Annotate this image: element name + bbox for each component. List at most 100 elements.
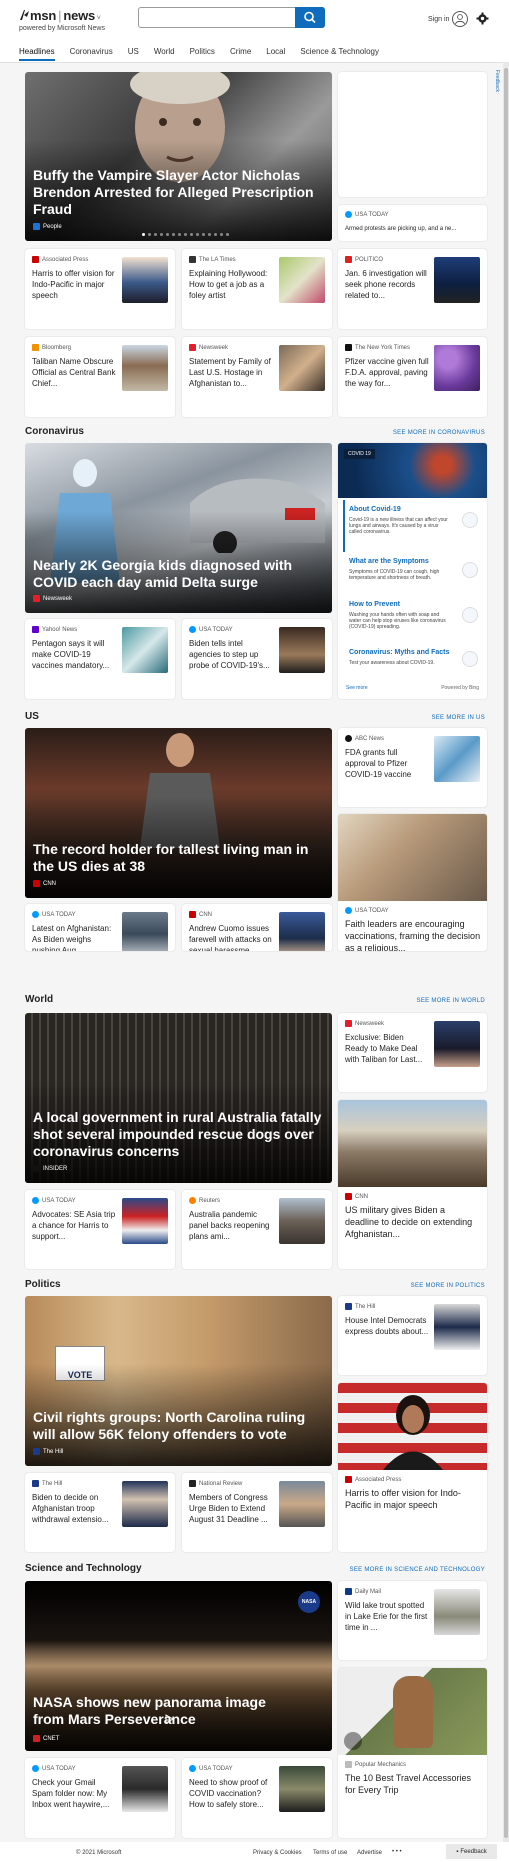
- tab-headlines[interactable]: Headlines: [19, 47, 55, 61]
- card-title[interactable]: Andrew Cuomo issues farewell with attack…: [189, 923, 273, 951]
- insider-logo-icon: [33, 1165, 40, 1172]
- hero-title[interactable]: Nearly 2K Georgia kids diagnosed with CO…: [33, 557, 322, 591]
- see-more-coronavirus[interactable]: SEE MORE IN CORONAVIRUS: [393, 430, 485, 436]
- footer-advertise-link[interactable]: Advertise: [357, 1850, 382, 1856]
- covid-item-prevent[interactable]: How to Prevent Washing your hands often …: [343, 599, 482, 643]
- card-title[interactable]: House Intel Democrats express doubts abo…: [345, 1315, 429, 1337]
- gear-icon[interactable]: [476, 12, 489, 25]
- hero-title[interactable]: A local government in rural Australia fa…: [33, 1109, 322, 1160]
- card-thumbnail: [434, 345, 480, 391]
- card-title[interactable]: Wild lake trout spotted in Lake Erie for…: [345, 1600, 429, 1633]
- card-title[interactable]: Faith leaders are encouraging vaccinatio…: [345, 918, 481, 951]
- avatar-icon[interactable]: [452, 11, 468, 27]
- footer-terms-link[interactable]: Terms of use: [313, 1850, 347, 1856]
- news-card[interactable]: CNN Andrew Cuomo issues farewell with at…: [182, 904, 332, 951]
- news-card[interactable]: POLITICO Jan. 6 investigation will seek …: [338, 249, 487, 329]
- card-title[interactable]: Latest on Afghanistan: As Biden weighs p…: [32, 923, 116, 951]
- news-card[interactable]: USA TODAY Biden tells intel agencies to …: [182, 619, 332, 699]
- card-title[interactable]: Australia pandemic panel backs reopening…: [189, 1209, 273, 1242]
- news-card[interactable]: USA TODAY Need to show proof of COVID va…: [182, 1758, 332, 1838]
- card-title[interactable]: Need to show proof of COVID vaccination?…: [189, 1777, 273, 1810]
- news-card[interactable]: Newsweek Statement by Family of Last U.S…: [182, 337, 332, 417]
- see-more-us[interactable]: SEE MORE IN US: [431, 715, 485, 721]
- tab-us[interactable]: US: [128, 47, 139, 61]
- news-card[interactable]: The Hill House Intel Democrats express d…: [338, 1296, 487, 1375]
- covid-item-myths[interactable]: Coronavirus: Myths and Facts Test your a…: [343, 647, 482, 677]
- news-card[interactable]: The Hill Biden to decide on Afghanistan …: [25, 1473, 175, 1552]
- covid-item-about[interactable]: About Covid-19 Covid-19 is a new illness…: [343, 500, 482, 552]
- card-title[interactable]: Pentagon says it will make COVID-19 vacc…: [32, 638, 116, 671]
- news-card[interactable]: USA TODAY Advocates: SE Asia trip a chan…: [25, 1190, 175, 1269]
- news-card[interactable]: USA TODAY Check your Gmail Spam folder n…: [25, 1758, 175, 1838]
- card-title[interactable]: Harris to offer vision for Indo-Pacific …: [32, 268, 116, 301]
- card-title[interactable]: Statement by Family of Last U.S. Hostage…: [189, 356, 273, 389]
- news-card-large[interactable]: Popular Mechanics The 10 Best Travel Acc…: [338, 1668, 487, 1838]
- tab-science-technology[interactable]: Science & Technology: [300, 47, 379, 61]
- news-card[interactable]: ABC News FDA grants full approval to Pfi…: [338, 728, 487, 807]
- hero-title[interactable]: Buffy the Vampire Slayer Actor Nicholas …: [33, 167, 322, 218]
- world-hero[interactable]: A local government in rural Australia fa…: [25, 1013, 332, 1183]
- card-title[interactable]: Members of Congress Urge Biden to Extend…: [189, 1492, 273, 1525]
- see-more-world[interactable]: SEE MORE IN WORLD: [417, 998, 485, 1004]
- card-title[interactable]: Biden to decide on Afghanistan troop wit…: [32, 1492, 116, 1525]
- card-title[interactable]: Advocates: SE Asia trip a chance for Har…: [32, 1209, 116, 1242]
- tab-coronavirus[interactable]: Coronavirus: [70, 47, 113, 61]
- card-title[interactable]: The 10 Best Travel Accessories for Every…: [345, 1772, 481, 1796]
- see-more-politics[interactable]: SEE MORE IN POLITICS: [411, 1283, 485, 1289]
- headline-hero[interactable]: Buffy the Vampire Slayer Actor Nicholas …: [25, 72, 332, 241]
- play-icon[interactable]: [164, 1714, 174, 1724]
- card-title[interactable]: Explaining Hollywood: How to get a job a…: [189, 268, 273, 301]
- card-title[interactable]: Check your Gmail Spam folder now: My Inb…: [32, 1777, 116, 1810]
- us-hero[interactable]: The record holder for tallest living man…: [25, 728, 332, 898]
- search-input[interactable]: [139, 8, 289, 28]
- headline-side-small[interactable]: USA TODAY Armed protests are picking up,…: [338, 205, 487, 241]
- news-card[interactable]: Yahoo! News Pentagon says it will make C…: [25, 619, 175, 699]
- coronavirus-hero[interactable]: Nearly 2K Georgia kids diagnosed with CO…: [25, 443, 332, 613]
- news-card-large[interactable]: Associated Press Harris to offer vision …: [338, 1383, 487, 1552]
- news-card[interactable]: The LA Times Explaining Hollywood: How t…: [182, 249, 332, 329]
- hero-title[interactable]: NASA shows new panorama image from Mars …: [33, 1694, 273, 1728]
- news-card[interactable]: The New York Times Pfizer vaccine given …: [338, 337, 487, 417]
- hero-title[interactable]: The record holder for tallest living man…: [33, 841, 322, 875]
- card-title[interactable]: Exclusive: Biden Ready to Make Deal with…: [345, 1032, 429, 1065]
- card-title[interactable]: Biden tells intel agencies to step up pr…: [189, 638, 273, 671]
- news-card[interactable]: Bloomberg Taliban Name Obscure Official …: [25, 337, 175, 417]
- news-card-large[interactable]: CNN US military gives Biden a deadline t…: [338, 1100, 487, 1269]
- card-title[interactable]: Jan. 6 investigation will seek phone rec…: [345, 268, 429, 301]
- carousel-dots[interactable]: [142, 233, 229, 236]
- page-scrollbar[interactable]: [503, 62, 509, 1842]
- card-title[interactable]: Harris to offer vision for Indo-Pacific …: [345, 1487, 481, 1511]
- tab-crime[interactable]: Crime: [230, 47, 251, 61]
- covid-item-symptoms[interactable]: What are the Symptoms Symptoms of COVID-…: [343, 556, 482, 596]
- card-title[interactable]: US military gives Biden a deadline to de…: [345, 1204, 481, 1240]
- see-more-scitech[interactable]: SEE MORE IN SCIENCE AND TECHNOLOGY: [350, 1567, 485, 1573]
- footer-more-icon[interactable]: • • •: [392, 1849, 402, 1855]
- politics-hero[interactable]: VOTE Civil rights groups: North Carolina…: [25, 1296, 332, 1466]
- news-card[interactable]: Reuters Australia pandemic panel backs r…: [182, 1190, 332, 1269]
- card-thumbnail: [279, 1481, 325, 1527]
- news-card[interactable]: Daily Mail Wild lake trout spotted in La…: [338, 1581, 487, 1660]
- news-card-large[interactable]: USA TODAY Faith leaders are encouraging …: [338, 814, 487, 951]
- footer-privacy-link[interactable]: Privacy & Cookies: [253, 1850, 302, 1856]
- card-title[interactable]: Taliban Name Obscure Official as Central…: [32, 356, 116, 389]
- card-title[interactable]: Pfizer vaccine given full F.D.A. approva…: [345, 356, 429, 389]
- tab-world[interactable]: World: [154, 47, 175, 61]
- cnn-logo-icon: [345, 1193, 352, 1200]
- feedback-button[interactable]: ▪ Feedback: [446, 1844, 497, 1859]
- news-card[interactable]: National Review Members of Congress Urge…: [182, 1473, 332, 1552]
- tab-politics[interactable]: Politics: [190, 47, 215, 61]
- cnn-logo-icon: [189, 911, 196, 918]
- scitech-hero[interactable]: NASA NASA shows new panorama image from …: [25, 1581, 332, 1751]
- news-card[interactable]: Associated Press Harris to offer vision …: [25, 249, 175, 329]
- news-card[interactable]: Newsweek Exclusive: Biden Ready to Make …: [338, 1013, 487, 1092]
- side-small-title[interactable]: Armed protests are picking up, and a ne.…: [345, 226, 456, 232]
- hero-title[interactable]: Civil rights groups: North Carolina ruli…: [33, 1409, 322, 1443]
- msn-logo[interactable]: msn | news ˅: [19, 8, 101, 23]
- camera-icon[interactable]: [344, 1732, 362, 1750]
- search-button[interactable]: [295, 7, 325, 28]
- news-card[interactable]: USA TODAY Latest on Afghanistan: As Bide…: [25, 904, 175, 951]
- card-title[interactable]: FDA grants full approval to Pfizer COVID…: [345, 747, 429, 780]
- covid-see-more-link[interactable]: See more: [346, 685, 368, 691]
- tab-local[interactable]: Local: [266, 47, 285, 61]
- signin-link[interactable]: Sign in: [428, 16, 449, 23]
